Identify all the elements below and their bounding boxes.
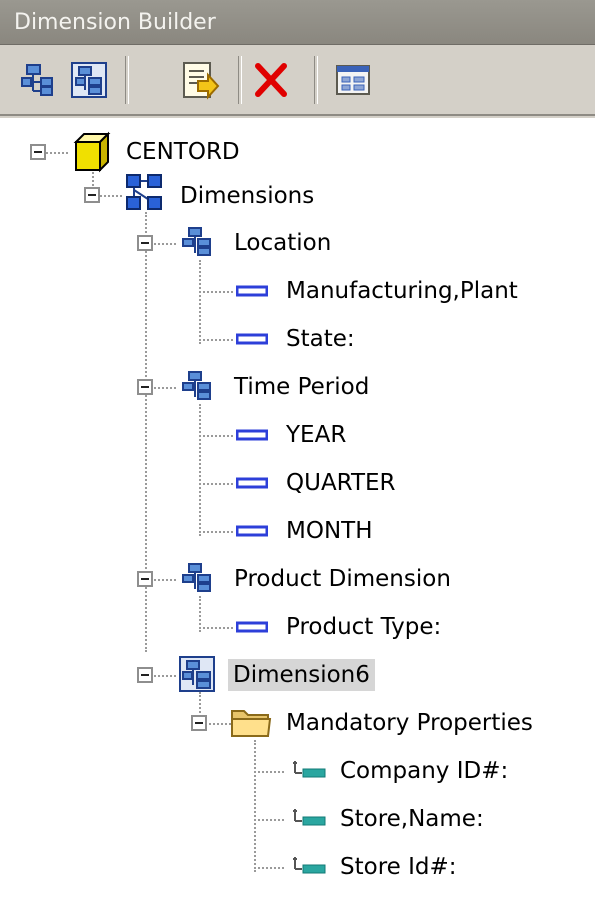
properties-icon: [183, 62, 220, 100]
tree-connector: [199, 531, 233, 533]
property-icon: [293, 761, 326, 778]
network-icon: [126, 174, 162, 210]
tree-node-dimension6[interactable]: Dimension6: [228, 659, 375, 691]
collapse-toggle[interactable]: [137, 235, 153, 251]
cube-icon: [73, 131, 111, 173]
tree-guide-line: [254, 740, 256, 872]
toolbar-separator: [314, 56, 318, 104]
collapse-toggle[interactable]: [191, 715, 207, 731]
collapse-toggle[interactable]: [137, 379, 153, 395]
toolbar-separator: [238, 56, 242, 104]
collapse-toggle[interactable]: [137, 667, 153, 683]
tree-connector: [154, 243, 176, 245]
tree-guide-line: [199, 260, 201, 344]
tree-node-centord[interactable]: CENTORD: [126, 136, 240, 168]
dialog-icon: [336, 65, 370, 95]
tree-connector: [199, 339, 233, 341]
collapse-toggle[interactable]: [84, 187, 100, 203]
tree-connector: [199, 435, 233, 437]
toolbar-separator: [125, 56, 129, 104]
tree-node-property[interactable]: Company ID#:: [340, 755, 508, 787]
level-icon: [236, 477, 268, 489]
level-icon: [236, 333, 268, 345]
level-icon: [236, 525, 268, 537]
level-icon: [236, 621, 268, 633]
tree-connector: [154, 387, 176, 389]
tree-node-mandatory-properties[interactable]: Mandatory Properties: [286, 707, 533, 739]
tree-connector: [46, 152, 68, 154]
new-hierarchy-icon: [21, 64, 53, 96]
level-icon: [236, 285, 268, 297]
tree-node-level[interactable]: Product Type:: [286, 611, 441, 643]
new-dimension-button[interactable]: [66, 57, 112, 103]
dimension-icon: [179, 656, 215, 692]
properties-button[interactable]: [176, 57, 222, 103]
tree-connector: [254, 867, 284, 869]
property-icon: [293, 857, 326, 874]
dimension-tree[interactable]: CENTORD Dimensions Location Manufacturin…: [0, 118, 595, 921]
tree-node-dimensions[interactable]: Dimensions: [180, 180, 314, 212]
collapse-toggle[interactable]: [137, 571, 153, 587]
tree-node-level[interactable]: MONTH: [286, 515, 373, 547]
folder-icon: [231, 710, 272, 737]
property-icon: [293, 809, 326, 826]
tree-node-property[interactable]: Store Id#:: [340, 851, 457, 883]
tree-guide-line: [199, 404, 201, 536]
tree-node-level[interactable]: Manufacturing,Plant: [286, 275, 518, 307]
level-icon: [236, 429, 268, 441]
tree-connector: [199, 627, 233, 629]
tree-node-product-dimension[interactable]: Product Dimension: [234, 563, 451, 595]
collapse-toggle[interactable]: [30, 144, 46, 160]
tree-connector: [199, 483, 233, 485]
tree-node-location[interactable]: Location: [234, 227, 331, 259]
delete-icon: [255, 63, 287, 97]
tree-node-time-period[interactable]: Time Period: [234, 371, 369, 403]
window-title: Dimension Builder: [0, 0, 595, 45]
tree-connector: [154, 675, 176, 677]
hierarchy-icon: [182, 371, 211, 400]
new-hierarchy-button[interactable]: [14, 57, 60, 103]
tree-node-level[interactable]: QUARTER: [286, 467, 396, 499]
hierarchy-icon: [182, 563, 211, 592]
tree-node-level[interactable]: State:: [286, 323, 355, 355]
delete-button[interactable]: [248, 57, 294, 103]
dialog-button[interactable]: [330, 57, 376, 103]
tree-connector: [100, 195, 122, 197]
hierarchy-icon: [182, 227, 211, 256]
toolbar: [0, 46, 595, 116]
tree-connector: [209, 723, 231, 725]
tree-connector: [154, 579, 176, 581]
tree-node-property[interactable]: Store,Name:: [340, 803, 484, 835]
tree-node-level[interactable]: YEAR: [286, 419, 346, 451]
new-dimension-icon: [71, 62, 107, 98]
tree-connector: [254, 819, 284, 821]
tree-connector: [254, 771, 284, 773]
tree-connector: [199, 291, 233, 293]
